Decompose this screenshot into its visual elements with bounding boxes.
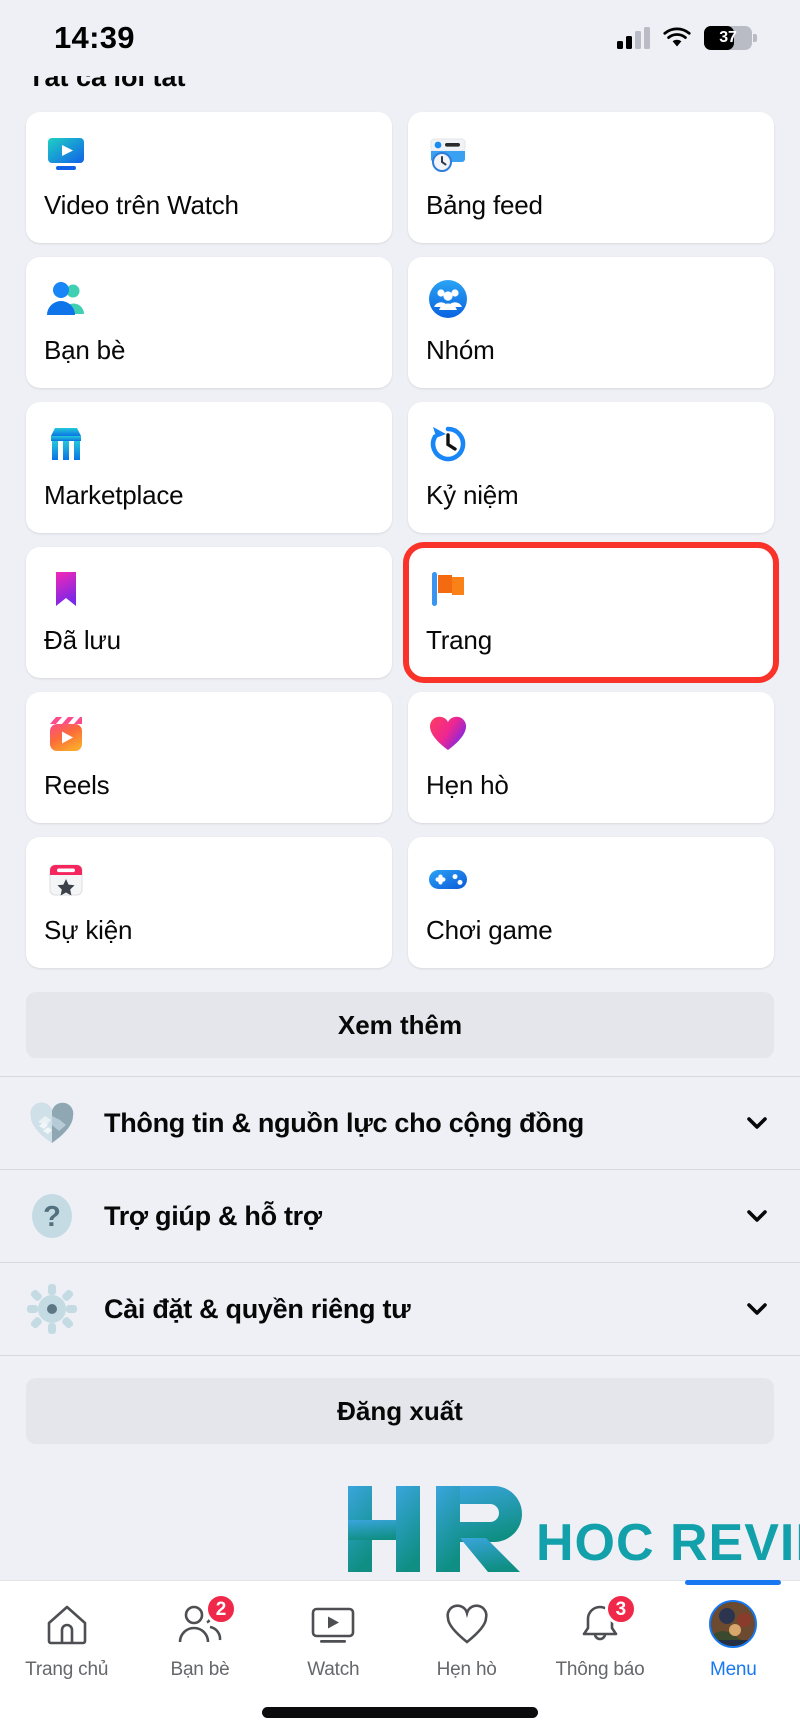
tab-badge: 3 <box>604 1593 637 1625</box>
shortcut-label: Bảng feed <box>426 190 543 220</box>
accordion-row-handshake-heart[interactable]: Thông tin & nguồn lực cho cộng đồng <box>0 1077 800 1169</box>
shortcut-label: Video trên Watch <box>44 190 239 220</box>
status-time: 14:39 <box>54 20 135 55</box>
shortcut-card-pages-flag[interactable]: Trang <box>403 542 779 683</box>
status-indicators: 37 <box>617 26 757 50</box>
see-more-button[interactable]: Xem thêm <box>26 992 774 1058</box>
phone-screen: 14:39 37 Tất cả lối tắt Video trên Watch… <box>0 0 800 1732</box>
shortcut-label: Kỷ niệm <box>426 480 519 510</box>
section-header: Tất cả lối tắt <box>0 76 800 104</box>
accordion-row-gear[interactable]: Cài đặt & quyền riêng tư <box>0 1263 800 1355</box>
groups-icon <box>426 277 470 321</box>
avatar <box>709 1600 758 1648</box>
tab-label: Thông báo <box>555 1659 645 1680</box>
home-indicator <box>262 1707 538 1718</box>
tab-label: Hẹn hò <box>436 1659 497 1680</box>
shortcut-label: Bạn bè <box>44 335 126 365</box>
accordion-label: Cài đặt & quyền riêng tư <box>104 1293 411 1324</box>
shortcut-card-dating-heart[interactable]: Hẹn hò <box>408 692 774 823</box>
battery-percent: 37 <box>719 29 737 46</box>
shortcut-card-watch-video[interactable]: Video trên Watch <box>26 112 392 243</box>
tab-thông-báo[interactable]: 3 Thông báo <box>533 1581 666 1732</box>
chevron-down-icon[interactable] <box>742 1201 772 1231</box>
handshake-heart-icon <box>22 1093 82 1153</box>
accordion-label: Thông tin & nguồn lực cho cộng đồng <box>104 1107 584 1138</box>
gear-icon <box>22 1279 82 1339</box>
saved-bookmark-icon <box>44 567 88 611</box>
see-more-wrapper: Xem thêm <box>0 968 800 1076</box>
tab-trang-chủ[interactable]: Trang chủ <box>0 1581 133 1732</box>
tab-bạn-bè[interactable]: 2 Bạn bè <box>133 1581 266 1732</box>
shortcut-label: Marketplace <box>44 480 184 510</box>
friends-icon <box>44 277 88 321</box>
shortcut-label: Reels <box>44 770 110 800</box>
question-mark-icon: ? <box>22 1186 82 1246</box>
reels-icon <box>44 712 88 756</box>
chevron-down-icon[interactable] <box>742 1108 772 1138</box>
avatar-menu-icon <box>706 1599 760 1649</box>
cellular-signal-icon <box>617 27 650 49</box>
wifi-icon <box>663 27 691 49</box>
shortcuts-grid-wrapper: Video trên Watch Bảng feed Bạn bè Nhóm M… <box>0 104 800 968</box>
tab-label: Watch <box>307 1659 360 1680</box>
shortcut-label: Đã lưu <box>44 625 121 655</box>
shortcut-card-events[interactable]: Sự kiện <box>26 837 392 968</box>
gaming-icon <box>426 857 470 901</box>
shortcuts-grid: Video trên Watch Bảng feed Bạn bè Nhóm M… <box>26 112 779 968</box>
shortcut-card-marketplace[interactable]: Marketplace <box>26 402 392 533</box>
shortcut-label: Trang <box>426 625 492 655</box>
tab-label: Trang chủ <box>25 1659 109 1680</box>
feeds-icon <box>426 132 470 176</box>
friends-icon: 2 <box>173 1593 237 1649</box>
tab-menu[interactable]: Menu <box>667 1580 800 1732</box>
events-icon <box>44 857 88 901</box>
section-header-label: Tất cả lối tắt <box>28 76 186 92</box>
home-icon <box>40 1599 94 1649</box>
shortcut-card-groups[interactable]: Nhóm <box>408 257 774 388</box>
watch-icon <box>306 1599 360 1649</box>
shortcut-card-memories[interactable]: Kỷ niệm <box>408 402 774 533</box>
shortcut-label: Nhóm <box>426 335 495 365</box>
shortcut-card-saved-bookmark[interactable]: Đã lưu <box>26 547 392 678</box>
battery-icon: 37 <box>704 26 757 50</box>
logout-wrapper: Đăng xuất <box>0 1356 800 1444</box>
svg-text:?: ? <box>43 1201 61 1233</box>
dating-icon <box>440 1599 494 1649</box>
shortcut-label: Hẹn hò <box>426 770 509 800</box>
tab-label: Bạn bè <box>170 1659 230 1680</box>
shortcut-card-feeds[interactable]: Bảng feed <box>408 112 774 243</box>
shortcut-card-reels[interactable]: Reels <box>26 692 392 823</box>
accordion-label: Trợ giúp & hỗ trợ <box>104 1200 322 1231</box>
shortcut-card-gaming[interactable]: Chơi game <box>408 837 774 968</box>
chevron-down-icon[interactable] <box>742 1294 772 1324</box>
accordion-row-question-mark[interactable]: ? Trợ giúp & hỗ trợ <box>0 1170 800 1262</box>
notifications-bell-icon: 3 <box>573 1593 637 1649</box>
watch-video-icon <box>44 132 88 176</box>
tab-label: Menu <box>709 1659 757 1680</box>
memories-icon <box>426 422 470 466</box>
marketplace-icon <box>44 422 88 466</box>
menu-content: Tất cả lối tắt Video trên Watch Bảng fee… <box>0 76 800 1732</box>
pages-flag-icon <box>426 567 470 611</box>
tab-badge: 2 <box>204 1593 237 1625</box>
accordion-list: Thông tin & nguồn lực cho cộng đồng ? Trợ… <box>0 1077 800 1356</box>
shortcut-label: Chơi game <box>426 915 553 945</box>
shortcut-label: Sự kiện <box>44 915 133 945</box>
status-bar: 14:39 37 <box>0 0 800 76</box>
shortcut-card-friends[interactable]: Bạn bè <box>26 257 392 388</box>
logout-button[interactable]: Đăng xuất <box>26 1378 774 1444</box>
dating-heart-icon <box>426 712 470 756</box>
